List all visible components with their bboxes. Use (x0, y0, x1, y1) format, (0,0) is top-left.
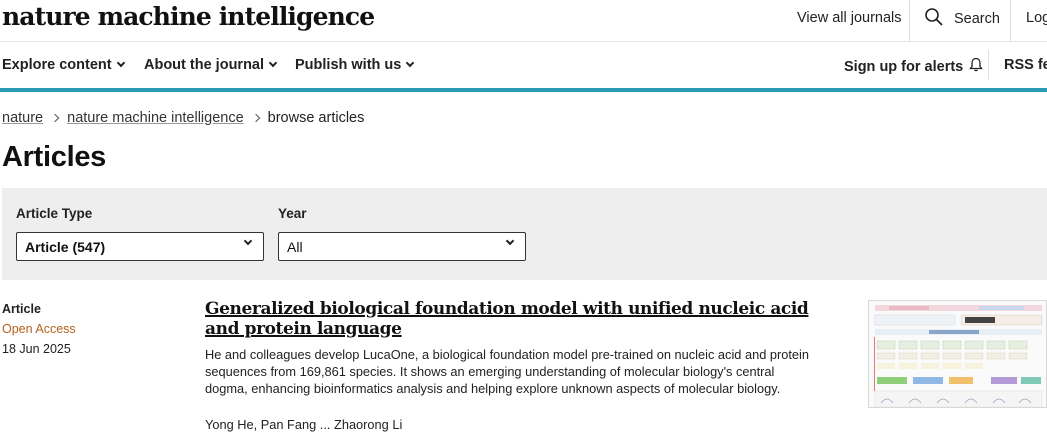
view-all-journals-link[interactable]: View all journals (797, 10, 902, 26)
search-label: Search (954, 11, 1000, 27)
article-summary: He and colleagues develop LucaOne, a bio… (205, 347, 809, 396)
sign-up-alerts-link[interactable]: Sign up for alerts (844, 57, 984, 76)
journal-logo[interactable]: nature machine intelligence (2, 2, 375, 31)
search-icon (924, 7, 944, 32)
divider (909, 0, 910, 42)
nav-about-journal[interactable]: About the journal (144, 57, 278, 73)
chevron-down-icon (268, 58, 278, 68)
article-authors: Yong He, Pan Fang ... Zhaorong Li (205, 417, 403, 432)
chevron-down-icon (116, 58, 125, 68)
article-date: 18 Jun 2025 (2, 342, 71, 356)
rss-label: RSS fe (1004, 57, 1047, 73)
chevron-right-icon (251, 113, 260, 123)
article-thumbnail[interactable] (868, 300, 1047, 408)
chevron-down-icon (243, 236, 253, 246)
divider (988, 50, 989, 80)
filter-panel: Article Type Article (547) Year All (2, 188, 1047, 280)
article-type-value: Article (547) (25, 239, 106, 255)
breadcrumb-journal[interactable]: nature machine intelligence (67, 110, 244, 126)
nav-about-label: About the journal (144, 57, 265, 73)
alerts-label: Sign up for alerts (844, 58, 964, 75)
login-link[interactable]: Log (1026, 10, 1047, 26)
figure-image (869, 301, 1046, 407)
breadcrumb-current: browse articles (267, 110, 365, 126)
nav-explore-content[interactable]: Explore content (2, 57, 125, 73)
top-bar: nature machine intelligence View all jou… (0, 0, 1047, 42)
rss-feed-link[interactable]: RSS fe (1004, 57, 1047, 73)
breadcrumb-nature[interactable]: nature (2, 110, 43, 126)
year-label: Year (278, 206, 307, 221)
breadcrumb: nature nature machine intelligence brows… (2, 110, 364, 126)
nav-publish-with-us[interactable]: Publish with us (295, 57, 415, 73)
article-title-link[interactable]: Generalized biological foundation model … (205, 299, 825, 339)
chevron-down-icon (406, 58, 415, 68)
nav-publish-label: Publish with us (295, 57, 402, 73)
nav-explore-label: Explore content (2, 57, 112, 73)
chevron-right-icon (50, 113, 60, 123)
year-select[interactable]: All (278, 232, 526, 261)
divider (1010, 0, 1011, 42)
open-access-tag: Open Access (2, 322, 76, 336)
search-button[interactable]: Search (924, 7, 1000, 32)
article-type-label: Article Type (16, 206, 93, 221)
main-nav: Explore content About the journal Publis… (0, 42, 1047, 88)
article-type-select[interactable]: Article (547) (16, 232, 264, 261)
bell-icon (969, 57, 984, 76)
page-title: Articles (2, 141, 106, 173)
article-type-tag: Article (2, 302, 41, 316)
chevron-down-icon (505, 236, 515, 246)
accent-line (0, 88, 1047, 92)
year-value: All (287, 239, 303, 255)
